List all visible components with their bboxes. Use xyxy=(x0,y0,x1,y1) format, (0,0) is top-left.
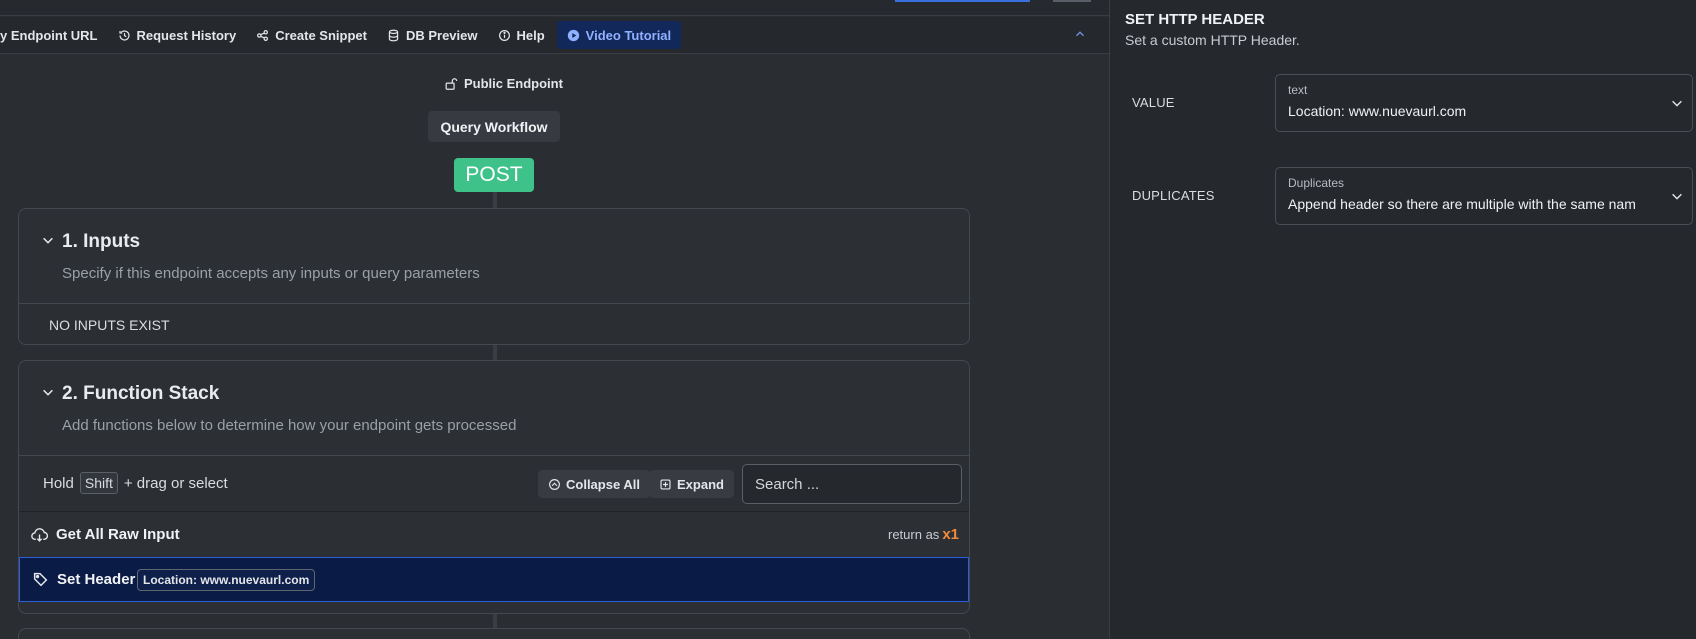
function-search-input[interactable] xyxy=(742,464,962,504)
video-tutorial-button[interactable]: Video Tutorial xyxy=(556,21,682,49)
app: y Endpoint URL Request History Create Sn… xyxy=(0,0,1696,639)
header-value-tag: Location: www.nuevaurl.com xyxy=(137,569,316,591)
create-snippet-button[interactable]: Create Snippet xyxy=(246,21,377,49)
query-workflow-button[interactable]: Query Workflow xyxy=(428,111,560,142)
no-inputs-text: NO INPUTS EXIST xyxy=(49,317,170,333)
function-settings-panel: SET HTTP HEADER Set a custom HTTP Header… xyxy=(1109,0,1696,639)
request-history-label: Request History xyxy=(136,27,237,43)
public-endpoint-label: Public Endpoint xyxy=(464,76,563,91)
panel-subtitle: Set a custom HTTP Header. xyxy=(1125,32,1300,48)
drag-hint-prefix: Hold xyxy=(43,474,74,492)
value-label: VALUE xyxy=(1132,95,1175,110)
primary-button-edge[interactable] xyxy=(895,0,1030,2)
duplicates-select[interactable]: Duplicates Append header so there are mu… xyxy=(1275,167,1693,225)
function-stack-toolbar: Hold Shift + drag or select Collapse All… xyxy=(19,455,969,512)
unlock-icon xyxy=(445,77,458,90)
share-icon xyxy=(257,29,269,41)
drag-hint-suffix: + drag or select xyxy=(123,474,228,492)
shift-key: Shift xyxy=(79,472,118,494)
return-as-label: return as xyxy=(888,527,940,542)
tag-icon xyxy=(33,572,48,587)
function-stack-subtitle: Add functions below to determine how you… xyxy=(62,417,517,434)
duplicates-caption: Duplicates xyxy=(1288,176,1345,190)
inputs-subtitle: Specify if this endpoint accepts any inp… xyxy=(62,265,480,282)
database-icon xyxy=(388,29,399,41)
drag-hint: Hold Shift + drag or select xyxy=(43,472,228,494)
duplicates-label: DUPLICATES xyxy=(1132,188,1215,203)
collapse-circle-icon xyxy=(549,478,560,490)
response-card xyxy=(18,628,970,639)
info-icon xyxy=(498,29,510,41)
chevron-up-icon[interactable] xyxy=(1073,27,1087,41)
expand-label: Expand xyxy=(677,476,724,492)
copy-endpoint-url-label: y Endpoint URL xyxy=(0,27,98,43)
cloud-download-icon xyxy=(31,528,48,542)
create-snippet-label: Create Snippet xyxy=(275,27,367,43)
panel-title: SET HTTP HEADER xyxy=(1125,11,1265,28)
http-method-badge[interactable]: POST xyxy=(454,158,534,192)
return-count: x1 xyxy=(942,526,959,543)
chevron-down-icon xyxy=(1672,100,1682,107)
chevron-down-icon xyxy=(1672,193,1682,200)
function-stack-card: 2. Function Stack Add functions below to… xyxy=(18,360,970,614)
expand-button[interactable]: Expand xyxy=(649,470,734,498)
endpoint-toolbar: y Endpoint URL Request History Create Sn… xyxy=(0,17,1109,54)
function-item-get-all-raw-input[interactable]: Get All Raw Input return as x1 xyxy=(19,512,969,557)
chevron-down-icon[interactable] xyxy=(41,385,55,399)
db-preview-button[interactable]: DB Preview xyxy=(377,21,488,49)
collapse-all-button[interactable]: Collapse All xyxy=(538,470,650,498)
duplicates-value: Append header so there are multiple with… xyxy=(1288,196,1636,212)
request-history-button[interactable]: Request History xyxy=(108,21,247,49)
return-as-indicator: return as x1 xyxy=(888,526,959,543)
function-name: Set Header xyxy=(57,571,136,588)
play-icon xyxy=(567,29,579,41)
chevron-down-icon[interactable] xyxy=(41,233,55,247)
function-item-set-header[interactable]: Set Header Location: www.nuevaurl.com xyxy=(19,557,969,602)
history-icon xyxy=(118,29,130,41)
value-type-caption: text xyxy=(1288,83,1308,97)
function-stack-header[interactable]: 2. Function Stack Add functions below to… xyxy=(19,361,969,455)
inputs-card: 1. Inputs Specify if this endpoint accep… xyxy=(18,208,970,345)
inputs-title: 1. Inputs xyxy=(62,231,141,252)
public-endpoint-indicator[interactable]: Public Endpoint xyxy=(444,76,563,91)
video-tutorial-label: Video Tutorial xyxy=(585,27,672,43)
endpoint-canvas: y Endpoint URL Request History Create Sn… xyxy=(0,0,1109,639)
value-text: Location: www.nuevaurl.com xyxy=(1288,103,1467,119)
function-name: Get All Raw Input xyxy=(56,526,180,543)
inputs-empty-state: NO INPUTS EXIST xyxy=(19,303,969,344)
collapse-all-label: Collapse All xyxy=(566,476,640,492)
value-select[interactable]: text Location: www.nuevaurl.com xyxy=(1275,74,1693,132)
expand-square-icon xyxy=(660,478,671,490)
function-stack-title: 2. Function Stack xyxy=(62,383,220,404)
db-preview-label: DB Preview xyxy=(405,27,478,43)
top-strip xyxy=(0,0,1109,16)
secondary-button-edge[interactable] xyxy=(1053,0,1091,2)
inputs-card-header[interactable]: 1. Inputs Specify if this endpoint accep… xyxy=(19,209,969,303)
help-label: Help xyxy=(516,27,545,43)
help-button[interactable]: Help xyxy=(488,21,555,49)
copy-endpoint-url-button[interactable]: y Endpoint URL xyxy=(0,21,108,49)
